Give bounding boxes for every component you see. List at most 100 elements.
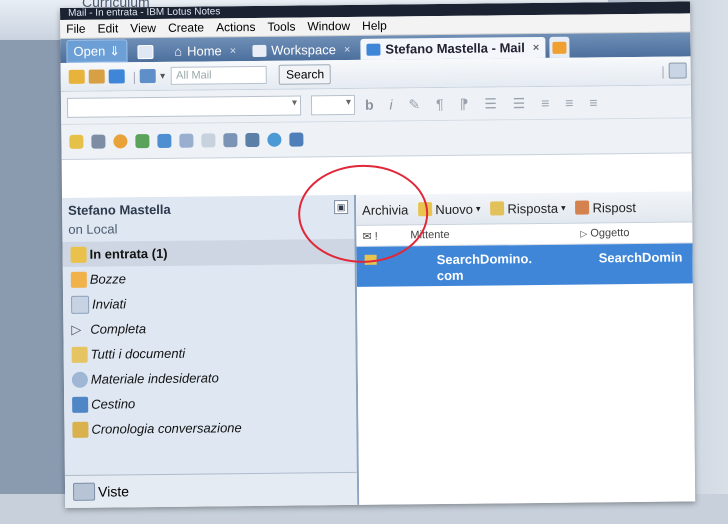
separator: | <box>661 63 665 79</box>
tab-mail[interactable]: Stefano Mastella - Mail × <box>360 36 546 60</box>
archive-label: Archivia <box>362 201 409 218</box>
nav-item-label: Bozze <box>89 271 127 287</box>
unread-column-icon[interactable]: ✉ ! <box>356 229 410 243</box>
chevron-down-icon[interactable]: ▾ <box>160 70 165 81</box>
mailbox-owner-name: Stefano Mastella <box>68 201 171 218</box>
new-memo-icon[interactable] <box>68 69 85 84</box>
new-icon[interactable] <box>69 134 84 149</box>
close-icon[interactable]: × <box>230 45 237 57</box>
sort-icon[interactable]: ▷ <box>580 228 587 239</box>
briefcase-icon[interactable] <box>88 69 105 84</box>
nav-item-completed[interactable]: ▷ Completa <box>63 314 355 342</box>
tab-home[interactable]: ⌂ Home × <box>168 40 242 62</box>
nav-item-conversation-history[interactable]: Cronologia conversazione <box>64 414 356 442</box>
nav-item-drafts[interactable]: Bozze <box>63 264 355 292</box>
menu-view[interactable]: View <box>124 21 162 35</box>
trash-icon <box>72 396 89 413</box>
close-icon[interactable]: × <box>533 41 540 53</box>
views-icon <box>72 482 96 501</box>
nav-item-label: Materiale indesiderato <box>90 370 219 387</box>
nav-item-junk[interactable]: Materiale indesiderato <box>64 364 356 392</box>
reply-all-button[interactable]: Rispost <box>575 199 637 215</box>
message-sender-continued: com <box>436 267 464 284</box>
print-icon[interactable] <box>91 134 106 149</box>
copy-icon[interactable] <box>223 133 238 148</box>
text-format-icons[interactable]: b i ✎ ¶ ⁋ ☰ ☰ ≡ ≡ ≡ <box>365 94 604 113</box>
menu-edit[interactable]: Edit <box>91 21 124 35</box>
move-icon[interactable] <box>179 133 194 148</box>
workspace-icon <box>252 44 267 57</box>
font-select[interactable]: ▾ <box>66 95 302 118</box>
calendar-grid-icon[interactable] <box>668 62 687 79</box>
menu-help[interactable]: Help <box>356 19 393 33</box>
mailbox-owner: Stefano Mastella ▣ <box>62 195 354 222</box>
pin-icon[interactable]: ▣ <box>334 199 349 215</box>
menu-window[interactable]: Window <box>301 19 356 34</box>
reply-button[interactable]: Risposta ▾ <box>490 200 566 216</box>
views-label: Viste <box>97 483 130 500</box>
column-sender[interactable]: Mittente <box>410 228 580 241</box>
reply-icon <box>490 201 505 216</box>
lotus-notes-window: Mail - In entrata - IBM Lotus Notes File… <box>60 1 696 508</box>
column-subject[interactable]: Oggetto <box>590 227 629 239</box>
tab-more[interactable] <box>549 36 570 58</box>
navigation-pane: Stefano Mastella ▣ on Local In entrata (… <box>61 194 360 508</box>
tab-workspace[interactable]: Workspace × <box>246 39 356 61</box>
menu-actions[interactable]: Actions <box>210 20 262 35</box>
all-documents-icon <box>71 346 88 363</box>
home-icon: ⌂ <box>174 43 183 59</box>
window-icon[interactable] <box>108 69 125 84</box>
flag-icon: ▷ <box>71 321 82 337</box>
refresh-icon[interactable] <box>267 132 282 147</box>
message-status-cell <box>357 246 437 287</box>
nav-item-label: Tutti i documenti <box>90 345 186 362</box>
back-icon[interactable] <box>157 133 172 148</box>
envelope-icon <box>364 254 377 265</box>
stop-icon[interactable] <box>113 134 128 149</box>
content-area: Stefano Mastella ▣ on Local In entrata (… <box>61 191 696 508</box>
reply-label: Risposta <box>507 200 559 216</box>
drafts-icon <box>70 271 87 288</box>
message-subject: SearchDomin <box>598 249 683 266</box>
menu-tools[interactable]: Tools <box>261 19 301 34</box>
reply-all-label: Rispost <box>592 199 637 215</box>
open-arrow-icon: ⇓ <box>109 42 121 58</box>
close-icon[interactable]: × <box>344 43 351 55</box>
nav-item-label: Cestino <box>91 396 136 412</box>
message-sender-cell: SearchDomino. com <box>437 244 599 286</box>
sent-icon <box>71 295 90 314</box>
nav-item-all-documents[interactable]: Tutti i documenti <box>63 339 355 367</box>
forward-icon[interactable] <box>135 134 150 149</box>
nav-item-trash[interactable]: Cestino <box>64 389 356 417</box>
separator: | <box>132 68 137 84</box>
inbox-icon <box>70 246 87 263</box>
archive-button[interactable]: Archivia <box>362 202 408 217</box>
nav-item-inbox[interactable]: In entrata (1) <box>62 238 355 267</box>
nav-item-sent[interactable]: Inviati <box>63 289 355 317</box>
windows-icon <box>137 44 154 59</box>
table-row[interactable]: SearchDomino. com SearchDomin <box>356 243 693 287</box>
search-scope-input[interactable]: All Mail <box>171 65 268 85</box>
message-view: Archivia Nuovo ▾ Risposta ▾ Rispost ✉ ! <box>355 191 696 505</box>
junk-icon <box>71 371 88 388</box>
chevron-down-icon: ▾ <box>560 202 566 213</box>
chevron-down-icon: ▾ <box>475 203 481 214</box>
font-size-select[interactable]: ▾ <box>310 94 356 116</box>
nav-item-label: Completa <box>90 321 147 337</box>
link-icon[interactable] <box>201 133 216 148</box>
mail-icon <box>366 43 381 56</box>
open-button[interactable]: Open ⇓ <box>66 39 128 63</box>
search-button[interactable]: Search <box>279 64 332 85</box>
window-switch-button[interactable] <box>131 41 164 62</box>
menu-create[interactable]: Create <box>162 20 210 35</box>
new-button[interactable]: Nuovo ▾ <box>418 201 481 217</box>
chevron-down-icon: ▾ <box>345 96 352 109</box>
find-icon[interactable] <box>245 132 260 148</box>
new-label: Nuovo <box>435 201 474 217</box>
view-icon[interactable] <box>140 68 157 84</box>
menu-file[interactable]: File <box>60 22 91 36</box>
views-button[interactable]: Viste <box>64 471 358 508</box>
new-icon <box>418 202 433 217</box>
database-icon[interactable] <box>289 132 304 147</box>
chevron-down-icon: ▾ <box>291 97 298 109</box>
